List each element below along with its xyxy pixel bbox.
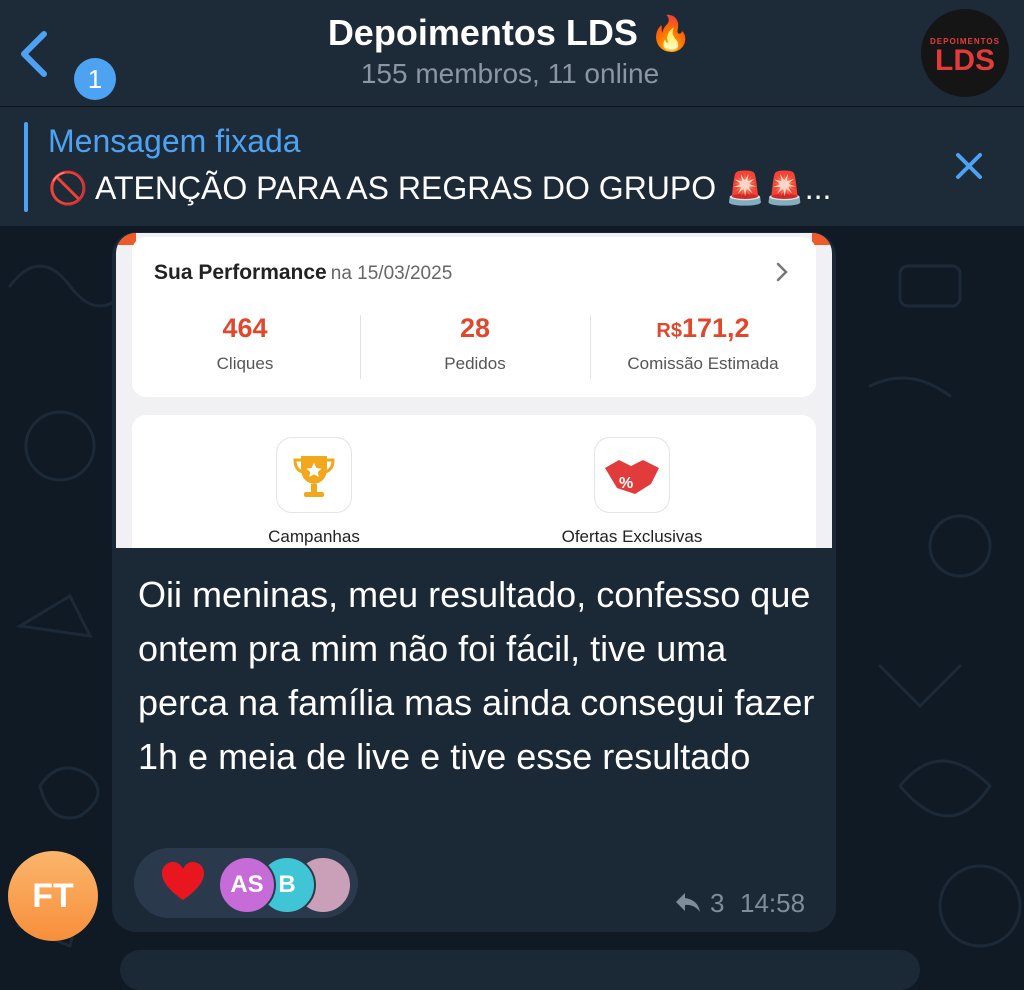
- feature-campaigns: Campanhas: [194, 437, 434, 547]
- stat-orders: 28 Pedidos: [362, 313, 588, 374]
- performance-title-text: Sua Performance: [154, 261, 327, 284]
- pinned-label: Mensagem fixada: [48, 123, 301, 159]
- channel-avatar-logo: LDS: [935, 44, 995, 77]
- svg-text:%: %: [619, 475, 633, 492]
- image-accent-right: [812, 233, 832, 245]
- reply-count: 3: [710, 888, 725, 918]
- back-button[interactable]: 1: [16, 26, 116, 100]
- pinned-message-bar[interactable]: Mensagem fixada 🚫 ATENÇÃO PARA AS REGRAS…: [0, 107, 1024, 226]
- chevron-left-icon: [21, 31, 47, 77]
- stat-value-commission: R$171,2: [590, 313, 816, 344]
- stat-label: Pedidos: [444, 354, 506, 373]
- performance-date: na 15/03/2025: [330, 263, 453, 284]
- handshake-icon: %: [594, 437, 670, 513]
- stat-currency: R$: [656, 320, 682, 342]
- stat-value: 464: [222, 313, 268, 343]
- message-meta: 3 14:58: [674, 886, 814, 920]
- stat-value: 171,2: [682, 313, 750, 343]
- trophy-icon: [276, 437, 352, 513]
- unread-count-badge: 1: [74, 58, 116, 100]
- stat-value: 28: [459, 313, 491, 343]
- pinned-indicator: [24, 122, 28, 212]
- divider: [360, 315, 361, 379]
- feature-exclusive-offers: % Ofertas Exclusivas: [512, 437, 752, 547]
- pinned-text: 🚫 ATENÇÃO PARA AS REGRAS DO GRUPO 🚨🚨...: [48, 170, 832, 206]
- sender-avatar[interactable]: FT: [8, 851, 98, 941]
- channel-avatar[interactable]: DEPOIMENTOS LDS: [921, 9, 1009, 97]
- message-text: Oii meninas, meu resultado, confesso que…: [138, 574, 815, 777]
- stat-commission: R$171,2 Comissão Estimada: [590, 313, 816, 374]
- close-icon[interactable]: [950, 147, 988, 185]
- reactions-pill[interactable]: AS B: [134, 848, 358, 918]
- features-card: Campanhas % Ofertas Exclusivas: [132, 415, 816, 548]
- chat-title: Depoimentos LDS: [327, 12, 638, 53]
- chevron-right-icon: [776, 262, 788, 282]
- stat-label: Comissão Estimada: [627, 354, 779, 373]
- stat-label: Cliques: [216, 354, 274, 373]
- reaction-avatar: AS: [218, 856, 276, 914]
- performance-card: Sua Performance na 15/03/2025 464 Cliques…: [132, 237, 816, 397]
- chat-header: 1 Depoimentos LDS 🔥 155 membros, 11 onlin…: [0, 0, 1024, 107]
- performance-title: Sua Performance na 15/03/2025: [154, 261, 452, 285]
- message-image[interactable]: Sua Performance na 15/03/2025 464 Cliques…: [116, 233, 832, 548]
- message-time: 14:58: [740, 888, 806, 918]
- stat-clicks: 464 Cliques: [132, 313, 358, 374]
- member-count: 155 membros, 11 online: [360, 58, 660, 89]
- heart-icon: [162, 862, 204, 900]
- chat-title-area[interactable]: Depoimentos LDS 🔥 155 membros, 11 online: [240, 12, 780, 90]
- feature-label: Ofertas Exclusivas: [561, 527, 703, 546]
- reply-icon[interactable]: [674, 890, 702, 914]
- fire-emoji: 🔥: [649, 15, 693, 53]
- feature-label: Campanhas: [268, 527, 360, 546]
- next-message-bubble[interactable]: [120, 950, 920, 990]
